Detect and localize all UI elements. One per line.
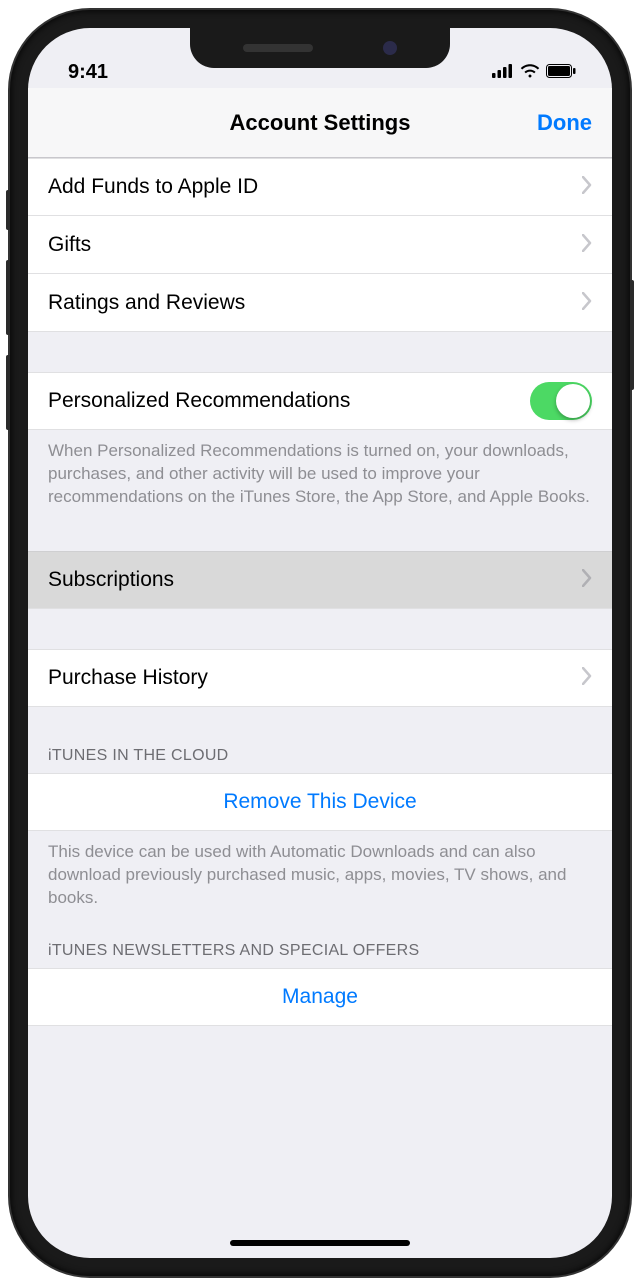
cell-label: Purchase History: [48, 666, 208, 690]
volume-down-button: [6, 355, 10, 430]
cell-label: Add Funds to Apple ID: [48, 175, 258, 199]
home-indicator[interactable]: [230, 1240, 410, 1246]
volume-up-button: [6, 260, 10, 335]
chevron-right-icon: [582, 566, 592, 594]
status-time: 9:41: [68, 61, 108, 84]
page-title: Account Settings: [230, 110, 411, 136]
newsletters-header: iTUNES NEWSLETTERS AND SPECIAL OFFERS: [28, 924, 612, 968]
status-icons: [492, 61, 576, 84]
personalized-recommendations-cell: Personalized Recommendations: [28, 372, 612, 430]
cellular-icon: [492, 61, 514, 84]
wifi-icon: [520, 61, 540, 84]
subscriptions-cell[interactable]: Subscriptions: [28, 551, 612, 609]
ratings-reviews-cell[interactable]: Ratings and Reviews: [28, 274, 612, 332]
cell-label: Remove This Device: [223, 790, 416, 814]
section-gap: [28, 609, 612, 649]
section-gap: [28, 523, 612, 551]
chevron-right-icon: [582, 231, 592, 259]
cell-label: Gifts: [48, 233, 91, 257]
add-funds-cell[interactable]: Add Funds to Apple ID: [28, 158, 612, 216]
manage-button[interactable]: Manage: [28, 968, 612, 1026]
screen: 9:41 Account Settings Done Add Funds to …: [28, 28, 612, 1258]
chevron-right-icon: [582, 289, 592, 317]
done-button[interactable]: Done: [537, 110, 592, 136]
icloud-footer: This device can be used with Automatic D…: [28, 831, 612, 924]
cell-label: Ratings and Reviews: [48, 291, 245, 315]
purchase-history-cell[interactable]: Purchase History: [28, 649, 612, 707]
power-button: [630, 280, 634, 390]
remove-device-button[interactable]: Remove This Device: [28, 773, 612, 831]
content: Add Funds to Apple ID Gifts Ratings and …: [28, 158, 612, 1026]
cell-label: Subscriptions: [48, 568, 174, 592]
cell-label: Personalized Recommendations: [48, 389, 350, 413]
gifts-cell[interactable]: Gifts: [28, 216, 612, 274]
side-button: [6, 190, 10, 230]
cell-label: Manage: [282, 985, 358, 1009]
personalized-toggle[interactable]: [530, 382, 592, 420]
front-camera: [383, 41, 397, 55]
phone-frame: 9:41 Account Settings Done Add Funds to …: [10, 10, 630, 1276]
personalized-footer: When Personalized Recommendations is tur…: [28, 430, 612, 523]
battery-icon: [546, 61, 576, 84]
itunes-cloud-header: iTUNES IN THE CLOUD: [28, 707, 612, 773]
speaker: [243, 44, 313, 52]
chevron-right-icon: [582, 664, 592, 692]
section-gap: [28, 332, 612, 372]
nav-bar: Account Settings Done: [28, 88, 612, 158]
chevron-right-icon: [582, 173, 592, 201]
notch: [190, 28, 450, 68]
